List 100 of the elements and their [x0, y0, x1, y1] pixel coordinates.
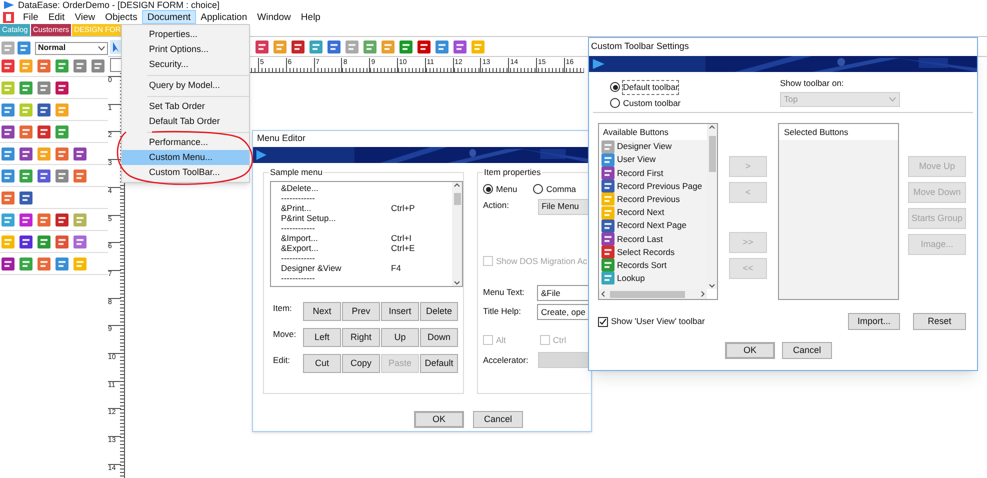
scroll-thumb[interactable]	[708, 136, 716, 172]
list-item[interactable]: Select Records	[617, 246, 675, 258]
tool-icon[interactable]	[399, 40, 413, 54]
tool-icon[interactable]	[1, 257, 15, 271]
menu-text-field[interactable]: &File	[537, 284, 591, 300]
tool-icon[interactable]	[73, 169, 87, 183]
radio-button[interactable]	[610, 82, 620, 92]
scroll-up-icon[interactable]	[709, 125, 715, 129]
list-item[interactable]: Record First	[617, 166, 664, 180]
tool-icon[interactable]	[601, 258, 615, 272]
list-item[interactable]: User View	[617, 153, 656, 166]
dialog-button[interactable]: Delete	[420, 302, 458, 321]
list-box[interactable]: Selected Buttons	[778, 123, 899, 300]
tool-icon[interactable]	[19, 81, 33, 95]
dialog-button[interactable]: Up	[381, 328, 419, 347]
tool-icon[interactable]	[55, 59, 69, 73]
tool-icon[interactable]	[55, 213, 69, 227]
tool-icon[interactable]	[417, 40, 431, 54]
tool-icon[interactable]	[1, 125, 15, 139]
tool-icon[interactable]	[255, 40, 269, 54]
menu-item[interactable]: Custom Menu...	[122, 150, 249, 165]
list-box[interactable]: &Delete... ------------ &Print... Ctrl+P P&rint Setup... ------------ &Import... Ctrl+I &Export... Ctrl+E ------------ Designer &View F4 ------------	[270, 181, 463, 287]
list-box[interactable]: Available Buttons Designer View User View Record First Record Previous Page Record Previous Record Next Record Next Page Record Last Select Records Records Sort Lookup	[598, 123, 718, 300]
menu-item[interactable]: Objects	[100, 10, 142, 24]
menu-entry[interactable]: &Print...	[281, 203, 391, 213]
tool-icon[interactable]	[601, 140, 615, 154]
tool-icon[interactable]	[37, 213, 51, 227]
dialog-button[interactable]: Default	[420, 354, 458, 373]
scroll-thumb[interactable]	[454, 193, 460, 205]
tool-icon[interactable]	[601, 192, 615, 206]
list-item[interactable]: Record Previous Page	[617, 180, 702, 193]
tool-icon[interactable]	[1, 147, 15, 161]
menu-item[interactable]: Print Options...	[122, 42, 249, 57]
menu-item[interactable]: File	[18, 10, 44, 24]
dialog-button[interactable]: Copy	[342, 354, 380, 373]
menu-item[interactable]: Security...	[122, 57, 249, 72]
scrollbar[interactable]	[707, 124, 717, 289]
tool-icon[interactable]	[73, 59, 87, 73]
tool-icon[interactable]	[73, 235, 87, 249]
tool-icon[interactable]	[91, 59, 105, 73]
tool-icon[interactable]	[453, 40, 467, 54]
dialog-button[interactable]: Insert	[381, 302, 419, 321]
dialog-button[interactable]: Down	[420, 328, 458, 347]
tool-icon[interactable]	[55, 81, 69, 95]
tool-icon[interactable]	[1, 191, 15, 205]
menu-item[interactable]: Performance...	[122, 135, 249, 150]
dialog-button[interactable]: Cancel	[782, 342, 832, 359]
dialog-button[interactable]: OK	[414, 411, 464, 428]
tool-icon[interactable]	[37, 125, 51, 139]
menu-item[interactable]: Document	[142, 10, 196, 24]
tool-icon[interactable]	[601, 179, 615, 194]
dialog-button[interactable]: Cancel	[473, 411, 523, 428]
list-item[interactable]: Record Next Page	[617, 219, 686, 232]
tool-icon[interactable]	[37, 103, 51, 117]
menu-item[interactable]: Application	[196, 10, 252, 24]
dialog-button[interactable]: Cut	[303, 354, 341, 373]
tool-icon[interactable]	[19, 147, 33, 161]
tool-icon[interactable]	[55, 125, 69, 139]
list-item[interactable]: Designer View	[617, 140, 672, 153]
dialog-button[interactable]: Right	[342, 328, 380, 347]
dialog-button[interactable]: OK	[725, 342, 775, 359]
tool-icon[interactable]	[37, 81, 51, 95]
scrollbar[interactable]	[599, 289, 707, 299]
tool-icon[interactable]	[601, 206, 615, 220]
checkbox[interactable]	[598, 316, 608, 326]
scroll-thumb[interactable]	[610, 290, 684, 298]
action-dropdown[interactable]: File Menu	[538, 198, 591, 215]
menu-entry[interactable]: ------------	[281, 223, 391, 233]
list-item[interactable]: Record Previous	[617, 192, 680, 206]
tool-icon[interactable]	[327, 40, 341, 54]
list-item[interactable]: Record Next	[617, 206, 664, 219]
scroll-down-icon[interactable]	[454, 281, 460, 285]
tool-icon[interactable]	[19, 125, 33, 139]
menu-item[interactable]: Custom ToolBar...	[122, 165, 249, 180]
dialog-button[interactable]: Next	[303, 302, 341, 321]
style-dropdown[interactable]: Normal	[35, 42, 108, 54]
menu-item[interactable]: Edit	[43, 10, 70, 24]
dialog-button[interactable]: Reset	[913, 313, 966, 330]
tool-icon[interactable]	[37, 169, 51, 183]
tool-icon[interactable]	[17, 41, 31, 55]
tool-icon[interactable]	[1, 59, 15, 73]
radio-button[interactable]	[610, 98, 620, 108]
menu-entry[interactable]: &Export...	[281, 243, 391, 253]
pointer-icon[interactable]	[110, 40, 122, 54]
radio-button[interactable]	[533, 184, 544, 194]
menu-item[interactable]: Window	[252, 10, 296, 24]
dialog-button[interactable]: Left	[303, 328, 341, 347]
tool-icon[interactable]	[19, 235, 33, 249]
menu-entry[interactable]: &Import...	[281, 233, 391, 243]
app-icon[interactable]	[3, 12, 14, 22]
scroll-down-icon[interactable]	[709, 284, 715, 288]
tool-icon[interactable]	[73, 147, 87, 161]
list-item[interactable]: Record Last	[617, 232, 663, 246]
menu-entry[interactable]: ------------	[281, 273, 391, 283]
list-item[interactable]: Records Sort	[617, 258, 667, 272]
menu-item[interactable]: Default Tab Order	[122, 114, 249, 129]
tool-icon[interactable]	[19, 191, 33, 205]
tool-icon[interactable]	[435, 40, 449, 54]
tool-icon[interactable]	[37, 257, 51, 271]
tool-icon[interactable]	[601, 271, 615, 286]
